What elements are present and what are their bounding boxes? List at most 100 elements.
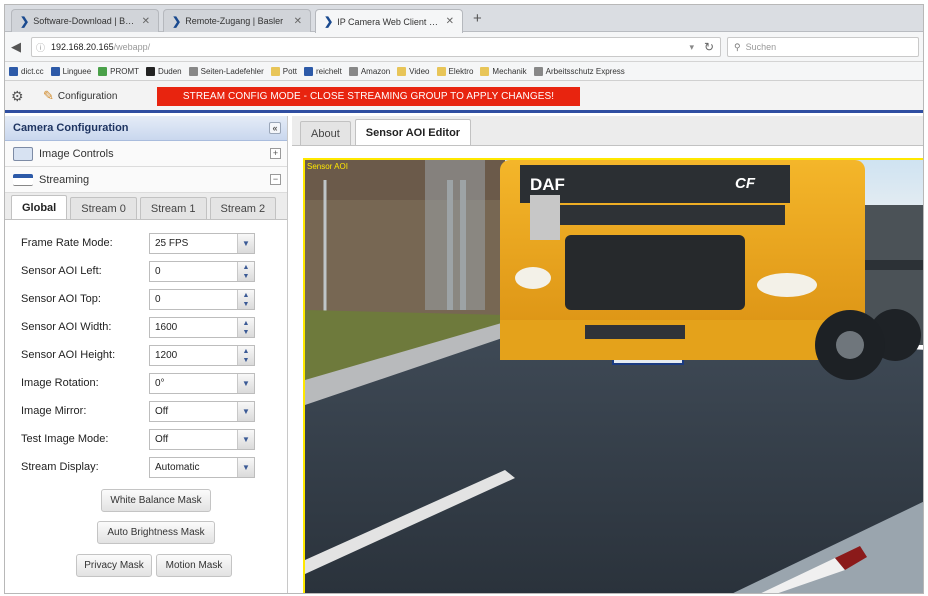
spinner-arrows-icon[interactable]: ▲ ▼ [237, 345, 254, 365]
mask-buttons: White Balance Mask Auto Brightness Mask … [21, 481, 287, 581]
tab-global[interactable]: Global [11, 195, 68, 219]
browser-tab-strip: ❯ Software-Download | Basler ✕ ❯ Remote-… [5, 5, 923, 33]
bookmark-item[interactable]: Arbeitsschutz Express [533, 66, 625, 76]
field-value: 0 [155, 293, 161, 305]
info-icon[interactable]: ⓘ [36, 41, 45, 54]
streaming-icon [13, 173, 33, 186]
configuration-button[interactable]: ✎ Configuration [43, 88, 117, 104]
url-host: 192.168.20.165 [51, 42, 114, 52]
motion-mask-button[interactable]: Motion Mask [156, 554, 232, 577]
bookmark-icon [270, 66, 280, 76]
bookmark-icon [98, 66, 108, 76]
image-mirror-select[interactable]: Off ▼ [149, 400, 255, 422]
field-label: Test Image Mode: [21, 433, 109, 445]
bookmark-icon [348, 66, 358, 76]
new-tab-button[interactable]: + [473, 10, 482, 28]
headlight-right [757, 273, 817, 297]
frame-rate-select[interactable]: 25 FPS ▼ [149, 232, 255, 254]
bookmark-item[interactable]: Linguee [50, 66, 91, 76]
browser-tab[interactable]: ❯ Software-Download | Basler ✕ [11, 9, 159, 32]
bookmark-icon [188, 66, 198, 76]
close-icon[interactable]: ✕ [446, 16, 454, 27]
bookmark-item[interactable]: Video [397, 66, 430, 76]
bookmark-icon [50, 66, 60, 76]
section-label: Streaming [39, 173, 90, 186]
section-image-controls[interactable]: Image Controls + [5, 141, 287, 167]
bookmark-label: PROMT [110, 66, 140, 76]
tab-stream-2[interactable]: Stream 2 [209, 197, 277, 219]
bookmark-item[interactable]: dict.cc [9, 66, 44, 76]
section-streaming[interactable]: Streaming − [5, 167, 287, 193]
tab-sensor-aoi-editor[interactable]: Sensor AOI Editor [354, 119, 472, 145]
sensor-aoi-label: Sensor AOI [307, 162, 348, 171]
bookmark-label: reichelt [316, 66, 342, 76]
privacy-mask-button[interactable]: Privacy Mask [76, 554, 152, 577]
address-field[interactable]: ⓘ 192.168.20.165/webapp/ ▾ ↻ [31, 37, 721, 57]
tab-title: IP Camera Web Client (c)... [337, 16, 440, 27]
tab-title: Software-Download | Basler [33, 16, 136, 26]
expand-icon[interactable]: + [270, 148, 281, 159]
auto-brightness-mask-button[interactable]: Auto Brightness Mask [97, 521, 215, 544]
tab-about[interactable]: About [300, 121, 351, 145]
bookmark-item[interactable]: Mechanik [480, 66, 527, 76]
global-settings-form: Frame Rate Mode: 25 FPS ▼ Sensor AOI Lef… [5, 220, 287, 581]
basler-icon: ❯ [20, 15, 30, 28]
chevron-down-icon[interactable]: ▼ [237, 401, 254, 421]
bookmark-icon [436, 66, 446, 76]
form-row-test-image-mode: Test Image Mode: Off ▼ [21, 425, 287, 453]
bookmark-item[interactable]: PROMT [98, 66, 140, 76]
panel-title: Camera Configuration [13, 122, 129, 134]
chevron-down-icon[interactable]: ▼ [237, 233, 254, 253]
form-row-aoi-left: Sensor AOI Left: 0 ▲ ▼ [21, 257, 287, 285]
spinner-arrows-icon[interactable]: ▲ ▼ [237, 261, 254, 281]
camera-app-icon[interactable]: ⚙ [11, 88, 24, 105]
form-row-aoi-top: Sensor AOI Top: 0 ▲ ▼ [21, 285, 287, 313]
white-balance-mask-button[interactable]: White Balance Mask [101, 489, 211, 512]
spinner-arrows-icon[interactable]: ▲ ▼ [237, 289, 254, 309]
back-arrow-icon[interactable]: ◀ [11, 39, 21, 55]
url-bar: ◀ ⓘ 192.168.20.165/webapp/ ▾ ↻ ⚲ Suchen [5, 32, 923, 62]
url-path: /webapp/ [113, 42, 151, 52]
bookmark-item[interactable]: Elektro [436, 66, 473, 76]
collapse-icon[interactable]: − [270, 174, 281, 185]
spinner-arrows-icon[interactable]: ▲ ▼ [237, 317, 254, 337]
bookmark-item[interactable]: Amazon [348, 66, 390, 76]
bookmark-icon [304, 66, 314, 76]
browser-tab[interactable]: ❯ Remote-Zugang | Basler ✕ [163, 9, 311, 32]
reload-icon[interactable]: ↻ [704, 40, 714, 54]
form-row-image-rotation: Image Rotation: 0° ▼ [21, 369, 287, 397]
aoi-top-spinner[interactable]: 0 ▲ ▼ [149, 288, 255, 310]
bookmark-label: Pott [282, 66, 298, 76]
test-image-mode-select[interactable]: Off ▼ [149, 428, 255, 450]
collapse-left-icon[interactable]: « [269, 122, 281, 134]
image-rotation-select[interactable]: 0° ▼ [149, 372, 255, 394]
aoi-height-spinner[interactable]: 1200 ▲ ▼ [149, 344, 255, 366]
bookmark-item[interactable]: reichelt [304, 66, 342, 76]
aoi-width-spinner[interactable]: 1600 ▲ ▼ [149, 316, 255, 338]
panel-header: Camera Configuration « [5, 116, 287, 141]
search-icon: ⚲ [734, 41, 741, 52]
browser-tab-active[interactable]: ❯ IP Camera Web Client (c)... ✕ [315, 9, 463, 33]
field-label: Stream Display: [21, 461, 99, 473]
chevron-down-icon[interactable]: ▼ [237, 373, 254, 393]
field-value: 0° [155, 377, 165, 389]
aoi-left-spinner[interactable]: 0 ▲ ▼ [149, 260, 255, 282]
bumper-vent [585, 325, 685, 339]
chevron-down-icon[interactable]: ▼ [237, 429, 254, 449]
search-field[interactable]: ⚲ Suchen [727, 37, 919, 57]
tab-stream-0[interactable]: Stream 0 [70, 197, 137, 219]
close-icon[interactable]: ✕ [294, 16, 302, 27]
close-icon[interactable]: ✕ [142, 16, 150, 27]
chevron-down-icon[interactable]: ▼ [237, 457, 254, 477]
bookmark-item[interactable]: Duden [146, 66, 182, 76]
bookmark-icon [9, 66, 18, 76]
chevron-down-icon[interactable]: ▾ [689, 42, 694, 53]
stream-display-select[interactable]: Automatic ▼ [149, 456, 255, 478]
bookmark-label: Mechanik [492, 66, 527, 76]
camera-live-image[interactable]: Sensor AOI DAF CF [303, 158, 923, 593]
bookmark-item[interactable]: Seiten-Ladefehler [188, 66, 264, 76]
bookmark-icon [480, 66, 490, 76]
field-label: Sensor AOI Left: [21, 265, 102, 277]
tab-stream-1[interactable]: Stream 1 [139, 197, 207, 219]
bookmark-item[interactable]: Pott [270, 66, 298, 76]
